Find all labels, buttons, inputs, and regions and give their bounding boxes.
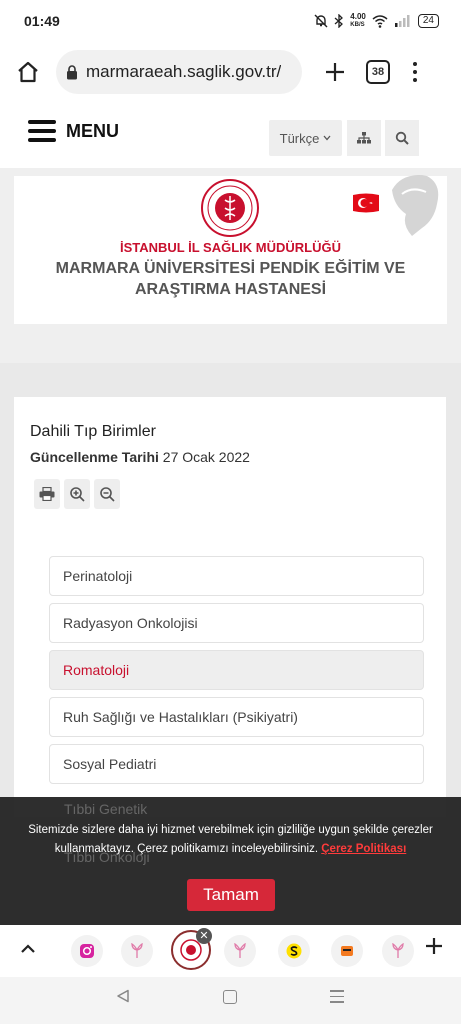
status-icons: 4.00 KB/S 24 [314,13,439,29]
chevron-down-icon [323,135,331,141]
home-icon [18,61,38,83]
cookie-banner: Tıbbi Genetik Tıbbi Onkoloji Sitemizde s… [0,797,461,925]
ataturk-portrait-image [392,175,439,236]
tab-strip: ✕ [0,925,461,977]
clock: 01:49 [24,13,60,29]
unit-list: Perinatoloji Radyasyon Onkolojisi Romato… [49,556,424,791]
tulip-icon [234,943,246,958]
tab-site-pink-2[interactable] [224,935,256,967]
chevron-up-icon[interactable] [18,939,38,959]
tab-site-orange[interactable] [331,935,363,967]
tulip-icon [392,943,404,958]
recents-icon[interactable] [330,990,344,1007]
url-text: marmaraeah.saglik.gov.tr/ [86,62,282,81]
page-tools [34,479,120,509]
store-icon [341,946,353,956]
browser-toolbar: marmaraeah.saglik.gov.tr/ 38 [0,42,461,102]
system-nav-bar [0,977,461,1024]
org-name-primary: İSTANBUL İL SAĞLIK MÜDÜRLÜĞÜ [120,240,341,255]
lock-icon [67,64,77,79]
list-item-ruh-sagligi[interactable]: Ruh Sağlığı ve Hastalıkları (Psikiyatri) [49,697,424,737]
tab-site-pink[interactable] [121,935,153,967]
language-select[interactable]: Türkçe [269,120,342,156]
org-name-secondary: MARMARA ÜNİVERSİTESİ PENDİK EĞİTİM VE AR… [55,260,406,298]
list-item-romatoloji[interactable]: Romatoloji [49,650,424,690]
address-bar[interactable]: marmaraeah.saglik.gov.tr/ [56,50,302,94]
list-item-radyasyon-onkolojisi[interactable]: Radyasyon Onkolojisi [49,603,424,643]
battery-indicator: 24 [417,14,439,28]
update-date-value: 27 Ocak 2022 [162,449,250,465]
content-card: Dahili Tıp Birimler Güncellenme Tarihi 2… [14,397,446,817]
update-date-label: Güncellenme Tarihi [30,449,159,465]
zoom-out-button[interactable] [94,479,120,509]
back-triangle-icon[interactable] [116,989,130,1003]
update-date: Güncellenme Tarihi 27 Ocak 2022 [30,449,250,465]
print-button[interactable] [34,479,60,509]
search-icon [395,131,409,145]
network-speed: 4.00 KB/S [350,12,366,29]
language-value: Türkçe [279,130,320,146]
browser-home-button[interactable] [12,56,44,88]
search-button[interactable] [385,120,419,156]
dot [413,78,417,82]
tab-switcher-button[interactable]: 38 [366,60,390,84]
page-title: Dahili Tıp Birimler [30,423,156,440]
list-item-tibbi-genetik: Tıbbi Genetik [64,801,148,817]
printer-icon [39,487,55,501]
list-item-sosyal-pediatri[interactable]: Sosyal Pediatri [49,744,424,784]
zoom-out-icon [99,486,115,502]
s-logo-icon [286,943,302,959]
ministry-logo [201,179,259,237]
cookie-accept-button[interactable]: Tamam [187,879,275,911]
wifi-icon [372,14,388,28]
cookie-policy-link[interactable]: Çerez Politikası [321,843,406,855]
zoom-in-icon [69,486,85,502]
new-tab-button[interactable] [320,57,350,87]
bluetooth-icon [334,14,344,28]
menu-button[interactable]: MENU [28,120,119,142]
mute-bell-icon [314,14,328,28]
sitemap-icon [357,132,371,144]
cookie-message: Sitemizde sizlere daha iyi hizmet verebi… [10,821,451,859]
site-header: MENU Türkçe [0,102,461,168]
signal-icon [394,15,410,27]
list-item-perinatoloji[interactable]: Perinatoloji [49,556,424,596]
dot [413,70,417,74]
add-tab-icon[interactable] [424,936,444,956]
tab-instagram[interactable] [71,935,103,967]
browser-menu-button[interactable] [410,62,420,82]
home-square-icon[interactable] [223,990,237,1004]
close-tab-icon[interactable]: ✕ [196,928,212,944]
instagram-icon [80,944,94,958]
tab-site-pink-3[interactable] [382,935,414,967]
tulip-icon [131,943,143,958]
zoom-in-button[interactable] [64,479,90,509]
status-bar: 01:49 4.00 KB/S 24 [0,0,461,42]
tab-site-yellow[interactable] [278,935,310,967]
menu-label: MENU [66,120,119,141]
sitemap-button[interactable] [347,120,381,156]
plus-icon [326,63,344,81]
turkish-flag-icon [353,193,379,213]
dot [413,62,417,66]
hamburger-icon [28,120,56,142]
